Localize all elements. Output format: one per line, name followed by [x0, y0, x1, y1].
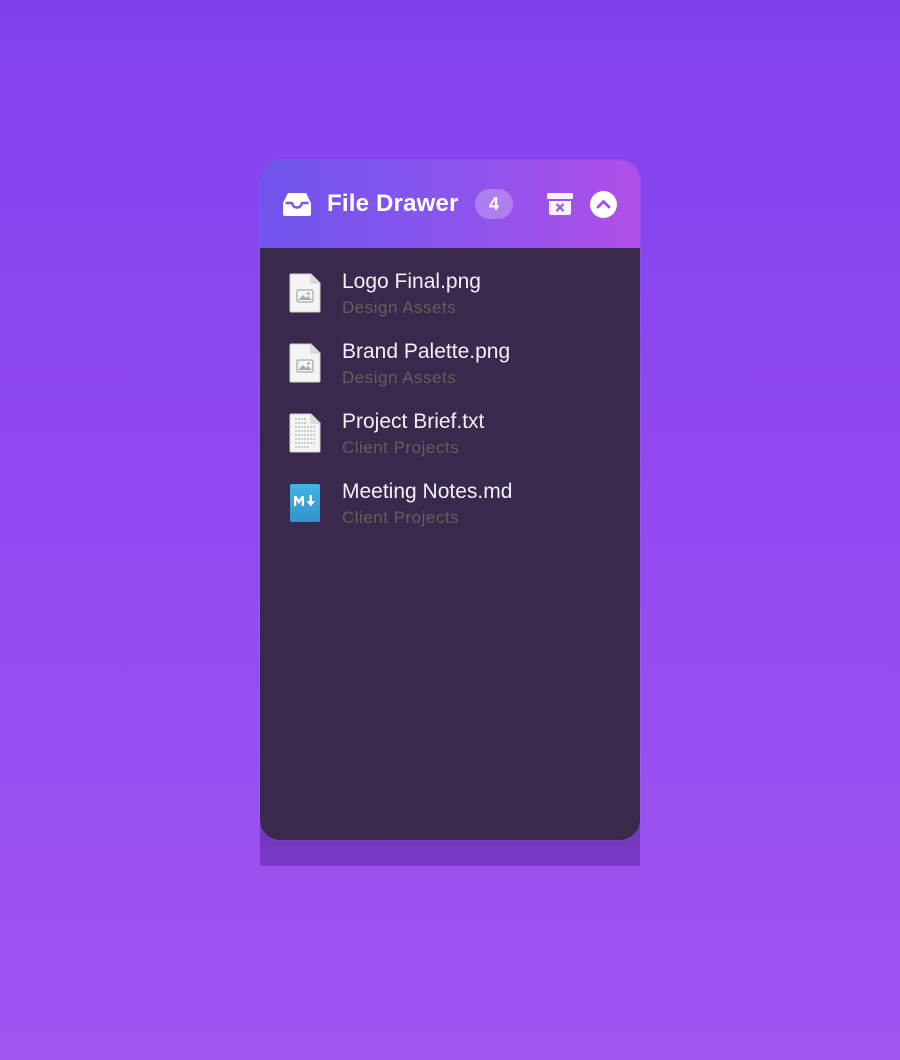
file-folder-label: Client Projects	[342, 438, 460, 457]
file-name: Project Brief.txt	[342, 410, 485, 433]
file-item-project-brief[interactable]: Project Brief.txt Client Projects	[260, 388, 640, 458]
file-drawer-panel: File Drawer 4 Logo Final.png Design Asse…	[260, 160, 640, 840]
file-item-meeting-notes[interactable]: Meeting Notes.md Client Projects	[260, 458, 640, 528]
file-name: Brand Palette.png	[342, 340, 511, 363]
file-name: Meeting Notes.md	[342, 480, 513, 503]
archive-clear-icon	[547, 193, 573, 215]
file-item-logo-final[interactable]: Logo Final.png Design Assets	[260, 248, 640, 318]
drawer-title: File Drawer	[327, 190, 459, 217]
file-count-badge: 4	[475, 189, 513, 219]
collapse-drawer-button[interactable]	[590, 191, 617, 218]
file-name: Logo Final.png	[342, 270, 481, 293]
file-item-brand-palette[interactable]: Brand Palette.png Design Assets	[260, 318, 640, 388]
file-folder-label: Client Projects	[342, 508, 460, 527]
file-folder-label: Design Assets	[342, 298, 457, 317]
inbox-tray-icon	[282, 191, 312, 217]
chevron-up-icon	[596, 200, 611, 209]
image-file-icon	[289, 343, 321, 383]
image-file-icon	[289, 273, 321, 313]
markdown-file-icon	[289, 483, 321, 523]
clear-drawer-button[interactable]	[546, 192, 574, 216]
file-folder-label: Design Assets	[342, 368, 457, 387]
text-file-icon	[289, 413, 321, 453]
drawer-header: File Drawer 4	[260, 160, 640, 248]
